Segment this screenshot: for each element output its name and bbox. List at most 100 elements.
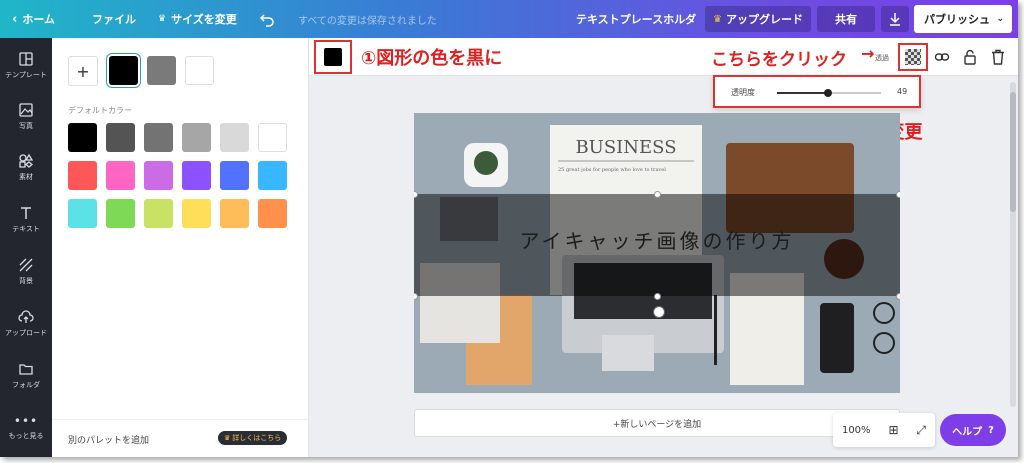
chevron-down-icon: ⌄ xyxy=(996,14,1004,24)
text-icon xyxy=(21,206,31,219)
zoom-controls: 100% ⊞ ⤢ xyxy=(833,413,935,447)
selected-color-square xyxy=(324,48,342,66)
vertical-scrollbar[interactable] xyxy=(1010,82,1016,407)
rotate-handle[interactable] xyxy=(653,306,665,318)
default-color-swatch[interactable] xyxy=(220,123,249,152)
more-icon: ••• xyxy=(13,413,39,428)
scrollbar-thumb[interactable] xyxy=(1010,92,1016,212)
default-color-swatch[interactable] xyxy=(258,161,287,190)
default-color-swatch[interactable] xyxy=(106,123,135,152)
default-color-swatch[interactable] xyxy=(258,199,287,228)
resize-handle[interactable] xyxy=(654,293,661,300)
opacity-slider-fill xyxy=(777,92,828,94)
top-bar: ‹ ホーム ファイル ♛ サイズを変更 すべての変更は保存されました テキストプ… xyxy=(0,0,1018,38)
link-icon xyxy=(934,53,950,61)
newspaper-headline: BUSINESS xyxy=(575,137,676,158)
design-page[interactable]: BUSINESS 25 great jobs for people who lo… xyxy=(414,113,900,393)
default-color-swatch[interactable] xyxy=(68,161,97,190)
sidebar-item-template[interactable]: テンプレート xyxy=(0,40,52,90)
color-panel: + デフォルトカラー 別のパレットを追加 ♛ 詳しくはこちら xyxy=(52,38,309,457)
fullscreen-icon[interactable]: ⤢ xyxy=(916,423,926,438)
default-color-swatch[interactable] xyxy=(106,161,135,190)
sidebar-item-background[interactable]: 背景 xyxy=(0,246,52,296)
sidebar-item-text[interactable]: テキスト xyxy=(0,194,52,244)
opacity-slider[interactable] xyxy=(777,89,881,97)
add-palette-link[interactable]: 別のパレットを追加 xyxy=(68,433,149,446)
question-icon: ? xyxy=(988,424,994,436)
sidebar-item-folder[interactable]: フォルダ xyxy=(0,350,52,400)
share-button[interactable]: 共有 xyxy=(817,6,875,32)
annotation-step1: ①図形の色を黒に xyxy=(361,48,503,69)
default-color-swatch[interactable] xyxy=(144,199,173,228)
resize-button[interactable]: ♛ サイズを変更 xyxy=(158,0,237,38)
delete-button[interactable] xyxy=(989,48,1007,66)
undo-button[interactable] xyxy=(259,0,275,38)
newspaper-subhead: 25 great jobs for people who love to tra… xyxy=(558,167,666,173)
title-text[interactable]: アイキャッチ画像の作り方 xyxy=(414,225,900,254)
opacity-label: 透明度 xyxy=(731,88,755,97)
annotation-click-here: こちらをクリック xyxy=(711,50,847,70)
document-color-swatch[interactable] xyxy=(147,56,176,85)
resize-handle[interactable] xyxy=(654,191,661,198)
home-button[interactable]: ‹ ホーム xyxy=(12,0,55,38)
add-page-button[interactable]: +新しいページを追加 xyxy=(414,409,900,437)
file-menu[interactable]: ファイル xyxy=(92,0,136,38)
default-color-swatch[interactable] xyxy=(182,123,211,152)
transparency-icon xyxy=(905,49,921,65)
chevron-left-icon: ‹ xyxy=(12,11,18,27)
lock-button[interactable] xyxy=(961,48,979,66)
default-color-swatch[interactable] xyxy=(144,161,173,190)
default-colors-label: デフォルトカラー xyxy=(68,106,132,115)
lock-icon xyxy=(964,49,976,65)
document-color-swatch[interactable] xyxy=(109,56,138,85)
save-status: すべての変更は保存されました xyxy=(298,15,437,27)
default-color-swatch[interactable] xyxy=(220,199,249,228)
sidebar-item-photo[interactable]: 写真 xyxy=(0,91,52,141)
upgrade-button[interactable]: ♛ アップグレード xyxy=(705,6,811,32)
sidebar-item-upload[interactable]: アップロード xyxy=(0,298,52,348)
sidebar-item-elements[interactable]: 素材 xyxy=(0,142,52,192)
zoom-level[interactable]: 100% xyxy=(842,425,871,436)
transparency-button[interactable] xyxy=(898,43,928,71)
document-title[interactable]: テキストプレースホルダ xyxy=(576,0,696,38)
template-icon xyxy=(19,51,33,66)
photo-icon xyxy=(19,102,33,117)
resize-handle[interactable] xyxy=(896,191,900,198)
annotation-arrow: → xyxy=(861,44,875,63)
opacity-popup: 透明度 49 xyxy=(713,75,921,108)
default-color-swatch[interactable] xyxy=(220,161,249,190)
add-color-button[interactable]: + xyxy=(68,56,98,86)
help-button[interactable]: ヘルプ ? xyxy=(940,414,1006,446)
default-color-swatch[interactable] xyxy=(144,123,173,152)
background-icon xyxy=(19,258,33,271)
resize-handle[interactable] xyxy=(896,293,900,300)
default-color-swatch[interactable] xyxy=(182,199,211,228)
app-window: ‹ ホーム ファイル ♛ サイズを変更 すべての変更は保存されました テキストプ… xyxy=(0,0,1018,457)
element-toolbar: ①図形の色を黒に こちらをクリック → 透過 xyxy=(309,38,1018,76)
crown-icon: ♛ xyxy=(713,13,722,25)
undo-icon xyxy=(259,14,274,27)
opacity-value: 49 xyxy=(897,87,908,96)
details-badge[interactable]: ♛ 詳しくはこちら xyxy=(218,431,288,445)
download-icon xyxy=(890,13,900,26)
sidebar-item-more[interactable]: ••• もっと見る xyxy=(0,402,52,452)
default-color-swatch[interactable] xyxy=(68,123,97,152)
default-color-swatch[interactable] xyxy=(68,199,97,228)
document-color-swatch[interactable] xyxy=(185,56,214,85)
panel-footer: 別のパレットを追加 ♛ 詳しくはこちら xyxy=(52,419,308,457)
opacity-slider-handle[interactable] xyxy=(823,89,832,97)
crown-icon: ♛ xyxy=(158,14,167,24)
fill-color-button[interactable] xyxy=(314,40,352,74)
canvas-area: ①図形の色を黒に こちらをクリック → 透過 透明度 49 ② 透明度を変 xyxy=(309,38,1018,457)
upload-icon xyxy=(18,309,34,323)
default-color-swatch[interactable] xyxy=(258,123,287,152)
link-button[interactable] xyxy=(933,48,951,66)
grid-view-icon[interactable]: ⊞ xyxy=(888,423,898,437)
trash-icon xyxy=(992,49,1004,65)
publish-button[interactable]: パブリッシュ ⌄ xyxy=(914,5,1012,33)
default-color-swatch[interactable] xyxy=(182,161,211,190)
default-color-swatch[interactable] xyxy=(106,199,135,228)
sidebar: テンプレート 写真 素材 テキスト 背景 アップロード フォルダ ••• もっと xyxy=(0,38,52,457)
elements-icon xyxy=(19,153,34,168)
download-button[interactable] xyxy=(881,6,909,32)
